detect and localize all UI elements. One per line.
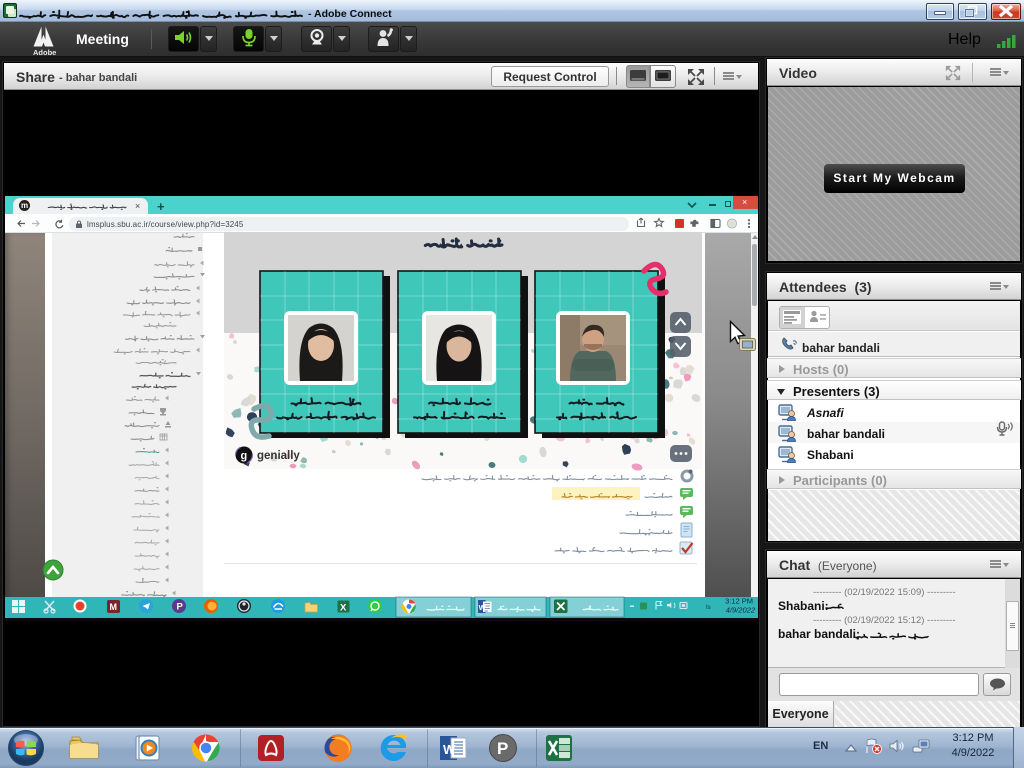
svg-text:W: W xyxy=(443,742,456,757)
svg-text:P: P xyxy=(497,739,508,758)
svg-text:- Adobe Connect: - Adobe Connect xyxy=(308,8,392,20)
svg-text:Adobe: Adobe xyxy=(33,48,56,56)
